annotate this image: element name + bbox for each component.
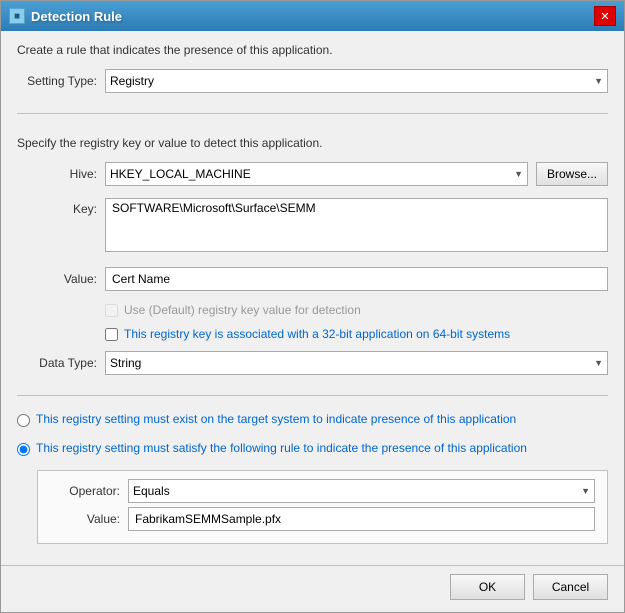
checkbox-32bit-row: This registry key is associated with a 3… [17, 327, 608, 341]
operator-section: Operator: Equals Not Equals Greater Than… [37, 470, 608, 544]
dialog-icon: ■ [9, 8, 25, 24]
data-type-select-wrapper: String Integer Version [105, 351, 608, 375]
dialog-footer: OK Cancel [1, 565, 624, 612]
key-textarea-wrapper [105, 198, 608, 255]
description-text: Create a rule that indicates the presenc… [17, 43, 608, 57]
hive-label: Hive: [17, 167, 97, 181]
data-type-select[interactable]: String Integer Version [105, 351, 608, 375]
value-input[interactable] [105, 267, 608, 291]
operator-value-label: Value: [50, 512, 120, 526]
divider-2 [17, 395, 608, 396]
key-textarea[interactable] [105, 198, 608, 252]
value-label: Value: [17, 272, 97, 286]
key-label: Key: [17, 198, 97, 216]
operator-label: Operator: [50, 484, 120, 498]
checkbox-32bit-label: This registry key is associated with a 3… [124, 327, 510, 341]
radio2-row: This registry setting must satisfy the f… [17, 441, 608, 456]
data-type-label: Data Type: [17, 356, 97, 370]
checkbox-32bit[interactable] [105, 328, 118, 341]
cancel-button[interactable]: Cancel [533, 574, 608, 600]
data-type-row: Data Type: String Integer Version [17, 351, 608, 375]
dialog-content: Create a rule that indicates the presenc… [1, 31, 624, 565]
hive-select-wrapper: HKEY_LOCAL_MACHINE HKEY_CURRENT_USER HKE… [105, 162, 528, 186]
detection-rule-dialog: ■ Detection Rule ✕ Create a rule that in… [0, 0, 625, 613]
title-bar-controls: ✕ [594, 6, 616, 26]
key-row: Key: [17, 198, 608, 255]
setting-type-row: Setting Type: Registry File System Windo… [17, 69, 608, 93]
radio2-label: This registry setting must satisfy the f… [36, 441, 527, 455]
setting-type-wrapper: Registry File System Windows Installer S… [105, 69, 608, 93]
ok-button[interactable]: OK [450, 574, 525, 600]
divider-1 [17, 113, 608, 114]
close-button[interactable]: ✕ [594, 6, 616, 26]
setting-type-select[interactable]: Registry File System Windows Installer S… [105, 69, 608, 93]
operator-select[interactable]: Equals Not Equals Greater Than Less Than… [128, 479, 595, 503]
radio1-label: This registry setting must exist on the … [36, 412, 516, 426]
use-default-checkbox [105, 304, 118, 317]
use-default-checkbox-row: Use (Default) registry key value for det… [17, 303, 608, 317]
hive-select[interactable]: HKEY_LOCAL_MACHINE HKEY_CURRENT_USER HKE… [105, 162, 528, 186]
radio-exist[interactable] [17, 414, 30, 427]
operator-value-input[interactable] [128, 507, 595, 531]
setting-type-label: Setting Type: [17, 74, 97, 88]
browse-button[interactable]: Browse... [536, 162, 608, 186]
radio-satisfy[interactable] [17, 443, 30, 456]
registry-section-label: Specify the registry key or value to det… [17, 136, 608, 150]
dialog-title: Detection Rule [31, 9, 122, 24]
operator-row: Operator: Equals Not Equals Greater Than… [50, 479, 595, 503]
value-row: Value: [17, 267, 608, 291]
title-bar-left: ■ Detection Rule [9, 8, 122, 24]
operator-value-row: Value: [50, 507, 595, 531]
hive-row: Hive: HKEY_LOCAL_MACHINE HKEY_CURRENT_US… [17, 162, 608, 186]
operator-select-wrapper: Equals Not Equals Greater Than Less Than… [128, 479, 595, 503]
use-default-label: Use (Default) registry key value for det… [124, 303, 361, 317]
radio1-row: This registry setting must exist on the … [17, 412, 608, 427]
dialog-icon-symbol: ■ [14, 11, 20, 22]
title-bar: ■ Detection Rule ✕ [1, 1, 624, 31]
